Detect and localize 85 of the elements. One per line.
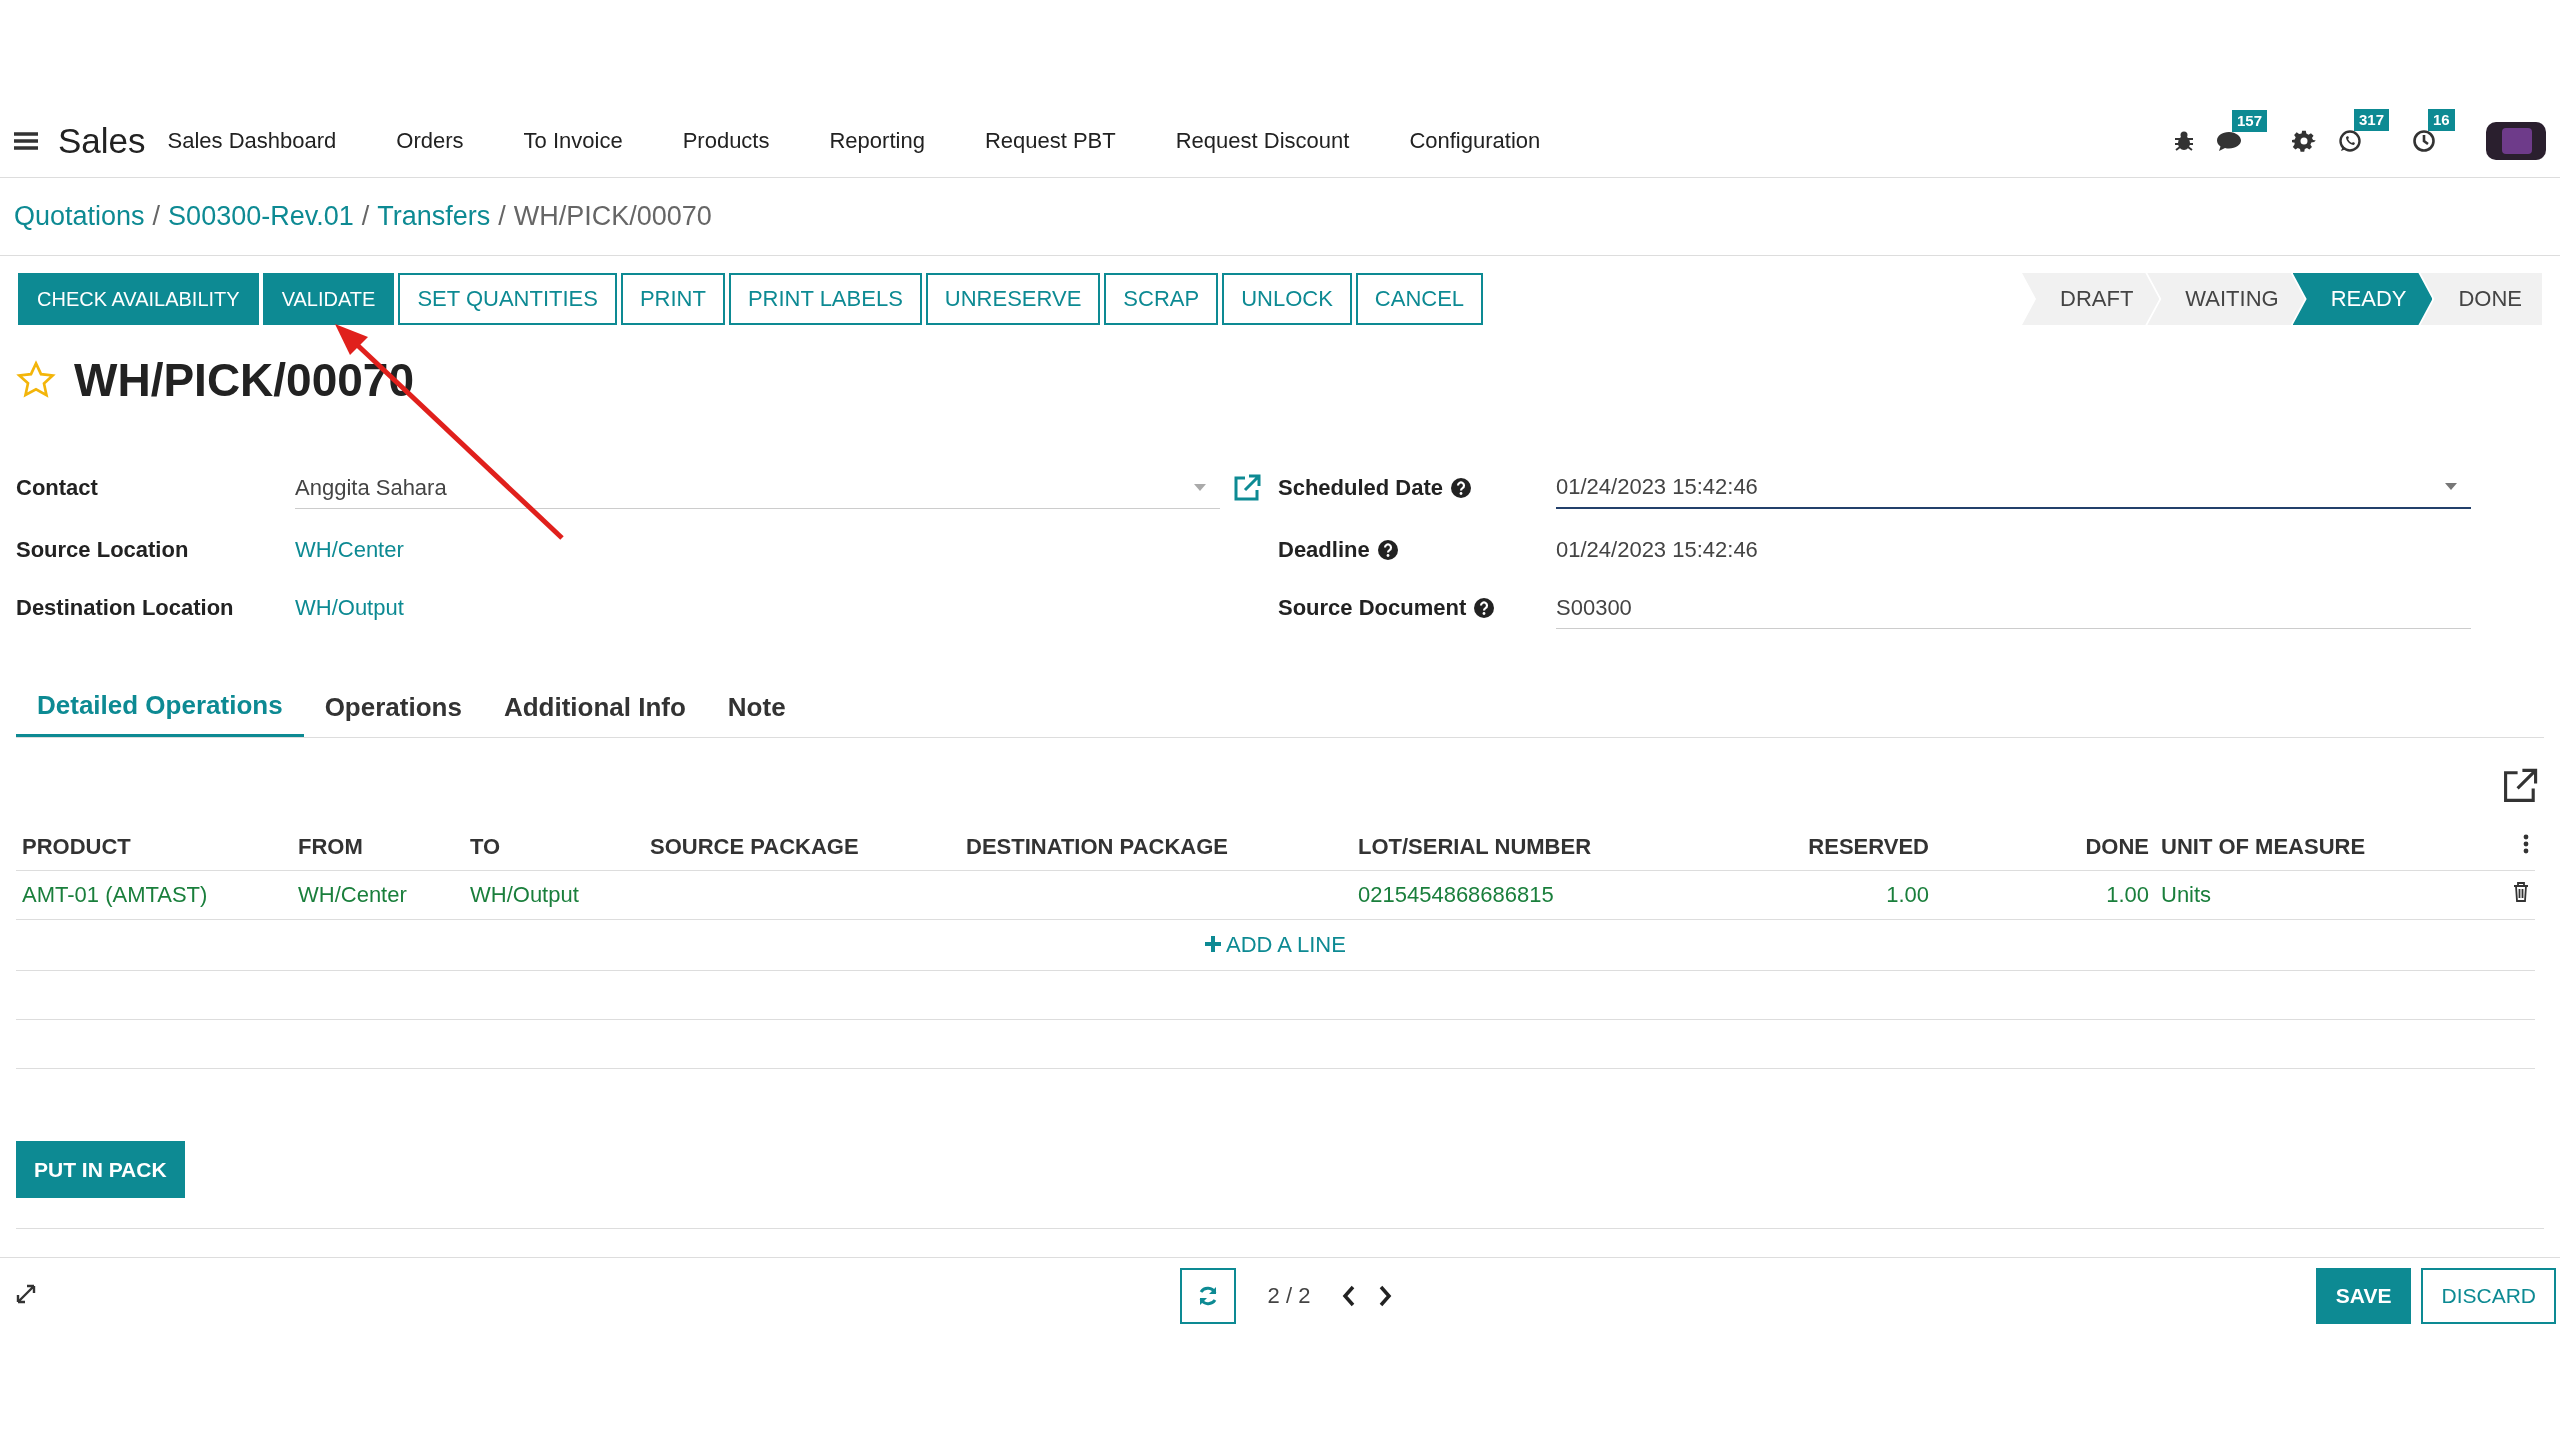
external-link-icon[interactable] bbox=[2502, 768, 2538, 804]
column-header[interactable]: TO bbox=[464, 824, 644, 871]
kebab-menu-icon[interactable] bbox=[2523, 834, 2529, 854]
breadcrumb-separator: / bbox=[498, 201, 506, 232]
help-icon[interactable] bbox=[1451, 478, 1472, 498]
action-button[interactable]: PRINT bbox=[620, 273, 725, 325]
help-icon[interactable] bbox=[1474, 598, 1495, 618]
next-icon[interactable] bbox=[1378, 1285, 1393, 1307]
table-cell: Units bbox=[2161, 882, 2212, 907]
menu-icon[interactable] bbox=[14, 130, 38, 151]
menu-item[interactable]: Products bbox=[682, 127, 770, 154]
menu-item[interactable]: Request PBT bbox=[984, 127, 1116, 154]
put-in-pack-button[interactable]: PUT IN PACK bbox=[16, 1141, 185, 1198]
trash-icon[interactable] bbox=[2513, 882, 2529, 902]
avatar-photo-placeholder[interactable] bbox=[2486, 121, 2546, 160]
menu-item[interactable]: To Invoice bbox=[523, 127, 623, 154]
column-header[interactable]: RESERVED bbox=[1785, 824, 1935, 871]
tab[interactable]: Additional Info bbox=[482, 677, 707, 737]
date-field[interactable]: 01/24/2023 15:42:46 bbox=[1556, 467, 2471, 509]
chat-icon[interactable] bbox=[2216, 129, 2242, 152]
text-field[interactable]: S00300 bbox=[1556, 587, 2471, 629]
settings-icon[interactable] bbox=[2292, 128, 2316, 153]
action-button[interactable]: SET QUANTITIES bbox=[398, 273, 617, 325]
breadcrumb-separator: / bbox=[361, 201, 370, 232]
pager-value: 2 / 2 bbox=[1267, 1283, 1311, 1309]
column-header[interactable]: LOT/SERIAL NUMBER bbox=[1352, 824, 1785, 871]
table-cell: WH/Center bbox=[298, 882, 407, 907]
star-icon[interactable] bbox=[16, 360, 56, 400]
field-label: Contact bbox=[16, 475, 99, 501]
menu-item[interactable]: Sales Dashboard bbox=[167, 127, 337, 154]
field-label: Destination Location bbox=[16, 595, 235, 621]
location-link[interactable]: WH/Center bbox=[295, 537, 404, 563]
location-link[interactable]: WH/Output bbox=[295, 595, 404, 621]
column-header[interactable]: UNIT OF MEASURE bbox=[2155, 824, 2500, 871]
refresh-button[interactable] bbox=[1179, 1268, 1236, 1324]
menu-item[interactable]: Request Discount bbox=[1175, 127, 1350, 154]
action-button[interactable]: UNRESERVE bbox=[925, 273, 1101, 325]
previous-icon[interactable] bbox=[1342, 1285, 1357, 1307]
tab[interactable]: Operations bbox=[303, 677, 483, 737]
discard-button[interactable]: DISCARD bbox=[2421, 1268, 2556, 1324]
table-cell: WH/Output bbox=[470, 882, 579, 907]
table-cell: 1.00 bbox=[2106, 882, 2149, 907]
breadcrumb-link[interactable]: S00300-Rev.01 bbox=[168, 201, 354, 232]
action-button[interactable]: PRINT LABELS bbox=[728, 273, 922, 325]
action-button[interactable]: CANCEL bbox=[1355, 273, 1484, 325]
count-badge: 157 bbox=[2232, 109, 2268, 132]
breadcrumb-separator: / bbox=[152, 201, 161, 232]
column-header[interactable]: FROM bbox=[292, 824, 464, 871]
action-button[interactable]: VALIDATE bbox=[262, 273, 395, 325]
table-cell: 1.00 bbox=[1886, 882, 1929, 907]
column-header[interactable]: DONE bbox=[1935, 824, 2155, 871]
breadcrumb-link[interactable]: Transfers bbox=[377, 201, 491, 232]
tab[interactable]: Note bbox=[706, 677, 807, 737]
phone-bubble-icon[interactable] bbox=[2338, 128, 2362, 153]
table-cell: 0215454868686815 bbox=[1358, 882, 1554, 907]
bug-icon[interactable] bbox=[2174, 129, 2194, 152]
count-badge: 16 bbox=[2428, 108, 2455, 131]
breadcrumb-link[interactable]: Quotations bbox=[14, 201, 145, 232]
app-title[interactable]: Sales bbox=[58, 120, 146, 161]
help-icon[interactable] bbox=[1377, 540, 1398, 560]
field-label: Deadline bbox=[1278, 537, 1556, 563]
contact-field[interactable]: Anggita Sahara bbox=[295, 467, 1220, 509]
plus-icon bbox=[1205, 936, 1222, 952]
add-line-link[interactable]: ADD A LINE bbox=[1205, 932, 1346, 957]
menu-item[interactable]: Orders bbox=[396, 127, 464, 154]
menu-item[interactable]: Reporting bbox=[829, 127, 925, 154]
clock-icon[interactable] bbox=[2412, 128, 2436, 153]
tab[interactable]: Detailed Operations bbox=[16, 677, 304, 737]
count-badge: 317 bbox=[2354, 108, 2390, 131]
action-button[interactable]: UNLOCK bbox=[1222, 273, 1352, 325]
dropdown-caret-icon[interactable] bbox=[2445, 483, 2457, 491]
save-button[interactable]: SAVE bbox=[2315, 1268, 2412, 1324]
field-label: Scheduled Date bbox=[1278, 475, 1556, 501]
expand-icon[interactable] bbox=[16, 1284, 36, 1304]
breadcrumb-current: WH/PICK/00070 bbox=[513, 201, 712, 232]
field-value: 01/24/2023 15:42:46 bbox=[1556, 537, 1758, 563]
menu-item[interactable]: Configuration bbox=[1409, 127, 1541, 154]
column-header[interactable]: SOURCE PACKAGE bbox=[644, 824, 960, 871]
column-header[interactable]: DESTINATION PACKAGE bbox=[960, 824, 1352, 871]
field-label: Source Location bbox=[16, 537, 190, 563]
field-label: Source Document bbox=[1278, 595, 1556, 621]
column-header[interactable]: PRODUCT bbox=[16, 824, 292, 871]
table-cell: AMT-01 (AMTAST) bbox=[22, 882, 208, 907]
action-button[interactable]: SCRAP bbox=[1104, 273, 1219, 325]
action-button[interactable]: CHECK AVAILABILITY bbox=[18, 273, 259, 325]
